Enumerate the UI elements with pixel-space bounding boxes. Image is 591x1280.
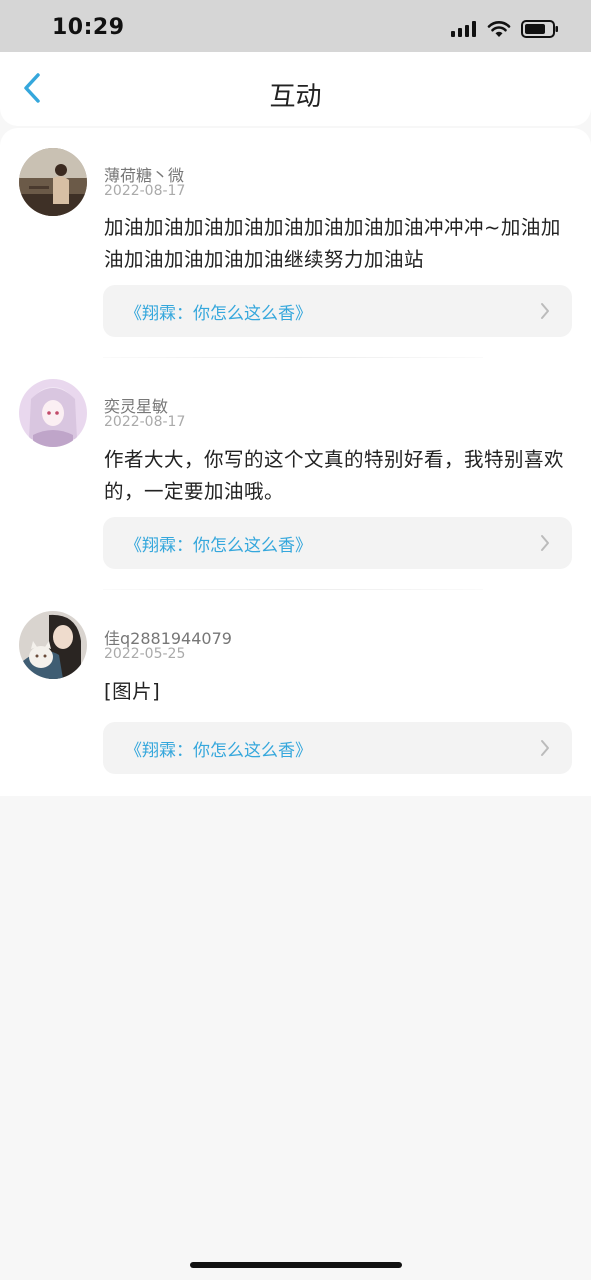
work-link-button[interactable]: 《翔霖：你怎么这么香》 (103, 722, 572, 774)
message-text: [图片] (104, 680, 161, 703)
avatar[interactable] (19, 148, 87, 216)
work-link-button[interactable]: 《翔霖：你怎么这么香》 (103, 517, 572, 569)
work-link-button[interactable]: 《翔霖：你怎么这么香》 (103, 285, 572, 337)
page-title: 互动 (269, 82, 322, 112)
divider (103, 357, 483, 358)
divider (103, 589, 483, 590)
chevron-right-icon (540, 302, 550, 324)
message-text: 作者大大，你写的这个文真的特别好看，我特别喜欢的，一定要加油哦。 (104, 448, 565, 503)
work-link-label: 《翔霖：你怎么这么香》 (125, 741, 312, 761)
cellular-signal-icon (451, 21, 477, 41)
work-link-label: 《翔霖：你怎么这么香》 (125, 304, 312, 324)
status-bar: 10:29 (0, 0, 591, 52)
interaction-list: 薄荷糖丶微 2022-08-17 加油加油加油加油加油加油加油加油冲冲冲~加油加… (0, 128, 591, 796)
chevron-right-icon (540, 739, 550, 761)
nav-bar: 互动 (0, 52, 591, 126)
status-time: 10:29 (52, 15, 125, 40)
avatar[interactable] (19, 379, 87, 447)
wifi-icon (487, 20, 511, 42)
message-text: 加油加油加油加油加油加油加油加油冲冲冲~加油加油加油加油加油加油继续努力加油站 (104, 216, 561, 271)
home-indicator[interactable] (190, 1262, 402, 1268)
avatar[interactable] (19, 611, 87, 679)
post-date: 2022-08-17 (104, 183, 186, 199)
post-date: 2022-05-25 (104, 646, 186, 662)
chevron-right-icon (540, 534, 550, 556)
battery-icon (521, 20, 559, 42)
post-date: 2022-08-17 (104, 414, 186, 430)
work-link-label: 《翔霖：你怎么这么香》 (125, 536, 312, 556)
status-icons (451, 20, 559, 42)
